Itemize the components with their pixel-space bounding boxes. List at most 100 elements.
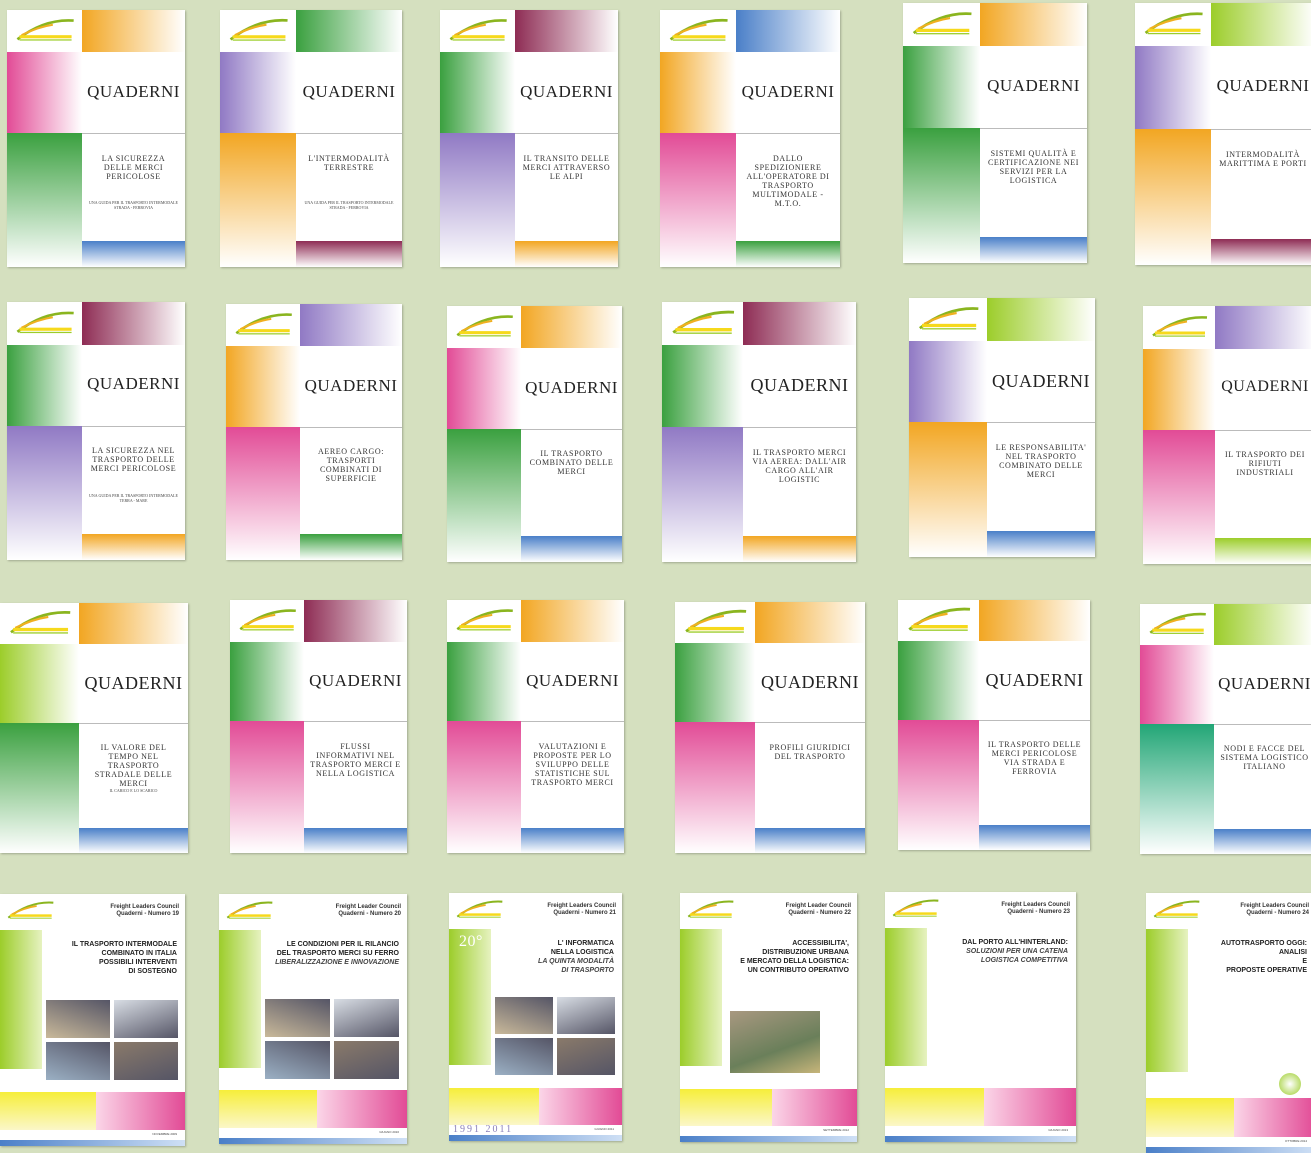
quaderno-cover[interactable]: Freight Leaders Council Quaderni - Numer… xyxy=(449,893,622,1141)
blue-bar xyxy=(680,1136,857,1142)
color-block-top xyxy=(1211,3,1311,46)
cover-header: Freight Leaders Council Quaderni - Numer… xyxy=(547,903,616,916)
color-block-top xyxy=(82,302,185,345)
color-block-left-bottom xyxy=(440,133,515,267)
logo-icon xyxy=(230,600,304,642)
divider-line xyxy=(82,133,185,134)
anniversary-badge: 20° xyxy=(459,933,483,950)
quaderno-cover[interactable]: QUADERNI NODI E FACCE DEL SISTEMA LOGISTI… xyxy=(1140,604,1311,854)
cover-title-line: IL TRASPORTO INTERMODALE xyxy=(71,941,177,948)
transport-photo xyxy=(557,1038,615,1075)
transport-photo xyxy=(114,1000,178,1038)
cover-title-line: DAL PORTO ALL'HINTERLAND: xyxy=(962,939,1068,946)
pink-band xyxy=(96,1092,185,1130)
cover-title: L'INTERMODALITÀ TERRESTRE xyxy=(308,154,390,172)
quaderno-cover[interactable]: QUADERNI SISTEMI QUALITÀ E CERTIFICAZIONE… xyxy=(903,3,1087,263)
logo-icon xyxy=(909,298,987,341)
cover-subtitle: UNA GUIDA PER IL TRASPORTO INTERMODALE T… xyxy=(89,493,178,503)
color-block-bottom xyxy=(980,237,1087,263)
transport-photo xyxy=(46,1000,110,1038)
color-block-left xyxy=(660,52,736,133)
quaderno-cover[interactable]: QUADERNI DALLO SPEDIZIONIERE ALL'OPERATOR… xyxy=(660,10,840,267)
color-block-bottom xyxy=(515,241,618,267)
blue-bar xyxy=(1146,1147,1311,1153)
quaderno-cover[interactable]: QUADERNI LE RESPONSABILITA' NEL TRASPORTO… xyxy=(909,298,1095,557)
cover-brand-word: QUADERNI xyxy=(985,670,1084,690)
anniversary-seal-icon xyxy=(1279,1073,1301,1095)
quaderno-cover[interactable]: QUADERNI AEREO CARGO: TRASPORTI COMBINATI… xyxy=(226,304,402,560)
logo-icon xyxy=(660,10,736,52)
quaderno-cover[interactable]: QUADERNI IL TRASPORTO DEI RIFIUTI INDUSTR… xyxy=(1143,306,1311,564)
cover-header: Freight Leaders Council Quaderni - Numer… xyxy=(1001,902,1070,915)
cover-brand-word: QUADERNI xyxy=(1221,378,1309,395)
color-block-left-bottom xyxy=(662,427,743,562)
color-block-bottom xyxy=(304,828,407,853)
cover-brand-word: QUADERNI xyxy=(1218,674,1311,693)
color-block-bottom xyxy=(736,241,840,267)
quaderno-cover[interactable]: QUADERNI L'INTERMODALITÀ TERRESTRE UNA GUI… xyxy=(220,10,402,267)
divider-line xyxy=(980,128,1087,129)
color-block-top xyxy=(755,602,865,643)
color-block-bottom xyxy=(743,536,856,562)
quaderno-cover[interactable]: QUADERNI IL TRASPORTO MERCI VIA AEREA: DA… xyxy=(662,302,856,562)
blue-bar xyxy=(885,1136,1076,1142)
color-block-top xyxy=(296,10,402,52)
quaderno-cover[interactable]: QUADERNI IL VALORE DEL TEMPO NEL TRASPORT… xyxy=(0,603,188,853)
cover-title: L' INFORMATICA NELLA LOGISTICA LA QUINTA M… xyxy=(495,939,614,975)
quaderno-cover[interactable]: QUADERNI LA SICUREZZA DELLE MERCI PERICOL… xyxy=(7,10,185,267)
color-block-left-bottom xyxy=(1143,430,1215,564)
cover-title: ACCESSIBILITA', DISTRIBUZIONE URBANA E MER… xyxy=(726,939,849,975)
cover-date: GIUGNO 2010 xyxy=(379,1130,399,1134)
quaderno-cover[interactable]: QUADERNI FLUSSI INFORMATIVI NEL TRASPORTO… xyxy=(230,600,407,853)
quaderno-cover[interactable]: Freight Leaders Council Quaderni - Numer… xyxy=(885,892,1076,1142)
quaderno-cover[interactable]: Freight Leader Council Quaderni - Numero… xyxy=(219,894,407,1144)
cover-brand-word: QUADERNI xyxy=(520,82,613,101)
logo-icon xyxy=(898,600,979,641)
color-block-left xyxy=(1143,349,1215,430)
cover-title: AEREO CARGO: TRASPORTI COMBINATI DI SUPE… xyxy=(317,447,385,483)
cover-title: DAL PORTO ALL'HINTERLAND: SOLUZIONI PER U… xyxy=(931,938,1068,965)
quaderno-cover[interactable]: QUADERNI LA SICUREZZA NEL TRASPORTO DELLE… xyxy=(7,302,185,560)
cover-subtitle: IL CARICO E LO SCARICO xyxy=(109,788,158,793)
cover-title: IL TRASPORTO DEI RIFIUTI INDUSTRIALI xyxy=(1224,450,1306,477)
cover-title-line: E MERCATO DELLA LOGISTICA: xyxy=(740,958,849,965)
quaderno-cover[interactable]: QUADERNI INTERMODALITÀ MARITTIMA E PORTI xyxy=(1135,3,1311,265)
cover-subtitle: UNA GUIDA PER IL TRASPORTO INTERMODALE S… xyxy=(89,200,178,210)
color-block-left-bottom xyxy=(230,721,304,853)
transport-photo xyxy=(265,999,330,1037)
divider-line xyxy=(521,721,624,722)
quaderno-cover[interactable]: QUADERNI VALUTAZIONI E PROPOSTE PER LO SV… xyxy=(447,600,624,853)
lime-strip xyxy=(680,929,722,1066)
divider-line xyxy=(79,723,188,724)
cover-header: Freight Leader Council Quaderni - Numero… xyxy=(335,904,401,917)
logo-icon xyxy=(447,306,521,348)
color-block-top xyxy=(82,10,185,52)
blue-bar xyxy=(0,1140,185,1146)
cover-date: GIUGNO 2013 xyxy=(1048,1128,1068,1132)
cover-brand-word: QUADERNI xyxy=(525,378,618,397)
color-block-bottom xyxy=(755,828,865,853)
cover-date: GIUGNO 2011 xyxy=(594,1127,614,1131)
cover-brand-word: QUADERNI xyxy=(309,671,402,690)
cover-title: PROFILI GIURIDICI DEL TRASPORTO xyxy=(769,743,851,761)
logo-icon xyxy=(680,893,740,927)
logo-icon xyxy=(0,894,60,928)
cover-title: NODI E FACCE DEL SISTEMA LOGISTICO ITALI… xyxy=(1220,744,1309,771)
color-block-left xyxy=(7,345,82,426)
quaderno-cover[interactable]: QUADERNI IL TRANSITO DELLE MERCI ATTRAVER… xyxy=(440,10,618,267)
pink-band xyxy=(538,1088,622,1125)
quaderno-cover[interactable]: Freight Leaders Council Quaderni - Numer… xyxy=(1146,893,1311,1153)
quaderno-cover[interactable]: QUADERNI PROFILI GIURIDICI DEL TRASPORTO xyxy=(675,602,865,853)
divider-line xyxy=(743,427,856,428)
color-block-left xyxy=(1140,645,1214,724)
quaderno-cover[interactable]: Freight Leaders Council Quaderni - Numer… xyxy=(0,894,185,1146)
cover-title: IL TRASPORTO COMBINATO DELLE MERCI xyxy=(529,449,614,476)
quaderno-cover[interactable]: QUADERNI IL TRASPORTO COMBINATO DELLE MER… xyxy=(447,306,622,562)
quaderno-cover[interactable]: Freight Leader Council Quaderni - Numero… xyxy=(680,893,857,1142)
divider-line xyxy=(1214,724,1311,725)
cover-header: Freight Leaders Council Quaderni - Numer… xyxy=(1240,903,1309,916)
quaderno-cover[interactable]: QUADERNI IL TRASPORTO DELLE MERCI PERICOL… xyxy=(898,600,1090,850)
logo-icon xyxy=(0,603,79,644)
cover-title-line: COMBINATO IN ITALIA xyxy=(101,950,177,957)
transport-photo xyxy=(495,1038,553,1075)
